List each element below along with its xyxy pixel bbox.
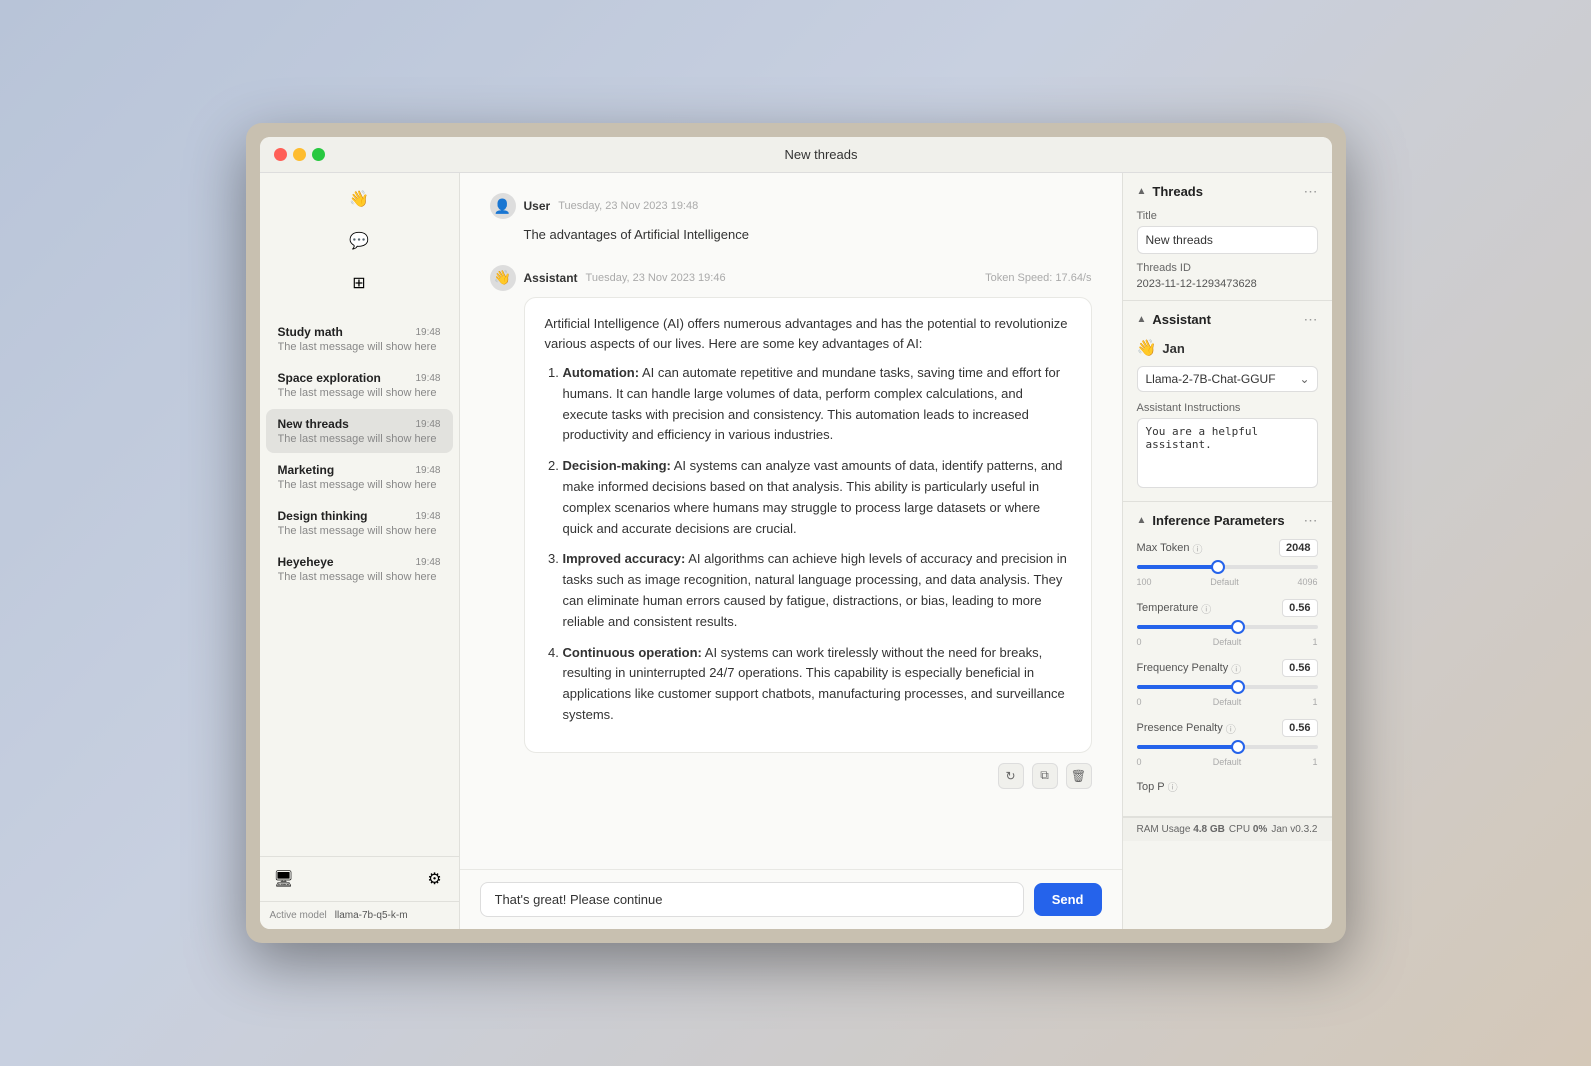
- maximize-button[interactable]: [312, 148, 325, 161]
- message-actions: ↻ ⧉ 🗑: [490, 763, 1092, 789]
- title-bar: New threads: [260, 137, 1332, 173]
- sidebar: 👋 💬 ⊞ Study math 19:48 The last message …: [260, 173, 460, 929]
- threads-title-input[interactable]: [1137, 226, 1318, 254]
- settings-icon[interactable]: ⚙: [421, 865, 449, 893]
- top-p-param: Top P ⓘ: [1137, 779, 1318, 794]
- ai-point-3: Improved accuracy: AI algorithms can ach…: [563, 549, 1071, 632]
- frequency-penalty-param: Frequency Penalty ⓘ 0.56: [1137, 659, 1318, 707]
- threads-panel-section: ▲ Threads ⋯ Title Threads ID 2023-11-12-…: [1123, 173, 1332, 301]
- delete-button[interactable]: 🗑: [1066, 763, 1092, 789]
- chat-area: 👤 User Tuesday, 23 Nov 2023 19:48 The ad…: [460, 173, 1122, 929]
- thread-list: Study math 19:48 The last message will s…: [260, 309, 459, 856]
- window-title: New threads: [325, 147, 1318, 162]
- thread-item-design-thinking[interactable]: Design thinking 19:48 The last message w…: [266, 501, 453, 545]
- monitor-icon[interactable]: 🖥: [270, 865, 298, 893]
- inference-collapse-icon[interactable]: ▲: [1137, 515, 1147, 526]
- chat-icon[interactable]: 💬: [345, 227, 373, 255]
- max-token-info-icon: ⓘ: [1193, 541, 1203, 556]
- grid-icon[interactable]: ⊞: [345, 269, 373, 297]
- send-button[interactable]: Send: [1034, 883, 1102, 916]
- frequency-info-icon: ⓘ: [1231, 661, 1241, 676]
- threads-section-title: Threads: [1152, 184, 1203, 199]
- thread-item-space-exploration[interactable]: Space exploration 19:48 The last message…: [266, 363, 453, 407]
- assistant-row: 👋 Jan: [1137, 338, 1318, 358]
- assistant-collapse-icon[interactable]: ▲: [1137, 314, 1147, 325]
- top-p-info-icon: ⓘ: [1168, 779, 1178, 794]
- panel-footer: RAM Usage 4.8 GB CPU 0% Jan v0.3.2: [1123, 817, 1332, 841]
- model-select-wrapper: Llama-2-7B-Chat-GGUF: [1137, 366, 1318, 392]
- thread-item-marketing[interactable]: Marketing 19:48 The last message will sh…: [266, 455, 453, 499]
- presence-info-icon: ⓘ: [1226, 721, 1236, 736]
- threads-collapse-icon[interactable]: ▲: [1137, 186, 1147, 197]
- temperature-info-icon: ⓘ: [1201, 601, 1211, 616]
- minimize-button[interactable]: [293, 148, 306, 161]
- assistant-avatar: 👋: [490, 265, 516, 291]
- copy-button[interactable]: ⧉: [1032, 763, 1058, 789]
- thread-item-study-math[interactable]: Study math 19:48 The last message will s…: [266, 317, 453, 361]
- temperature-param: Temperature ⓘ 0.56 0: [1137, 599, 1318, 647]
- inference-panel-section: ▲ Inference Parameters ⋯ Max Token ⓘ 2: [1123, 502, 1332, 817]
- threads-menu-icon[interactable]: ⋯: [1304, 183, 1318, 200]
- ai-point-2: Decision-making: AI systems can analyze …: [563, 456, 1071, 539]
- user-avatar: 👤: [490, 193, 516, 219]
- refresh-button[interactable]: ↻: [998, 763, 1024, 789]
- inference-menu-icon[interactable]: ⋯: [1304, 512, 1318, 529]
- ram-usage: RAM Usage 4.8 GB: [1137, 824, 1225, 835]
- traffic-lights: [274, 148, 325, 161]
- main-area: 👋 💬 ⊞ Study math 19:48 The last message …: [260, 173, 1332, 929]
- assistant-instructions-input[interactable]: You are a helpful assistant.: [1137, 418, 1318, 488]
- sidebar-icon-row: 👋 💬 ⊞: [260, 173, 459, 309]
- max-token-param: Max Token ⓘ 2048 100: [1137, 539, 1318, 587]
- chat-messages: 👤 User Tuesday, 23 Nov 2023 19:48 The ad…: [460, 173, 1122, 869]
- thread-item-heyeheye[interactable]: Heyeheye 19:48 The last message will sho…: [266, 547, 453, 591]
- assistant-message: 👋 Assistant Tuesday, 23 Nov 2023 19:46 T…: [490, 265, 1092, 789]
- active-model-bar: Active model llama-7b-q5-k-m: [260, 901, 459, 929]
- assistant-panel-section: ▲ Assistant ⋯ 👋 Jan Llama-2-7B-Chat-GGUF: [1123, 301, 1332, 502]
- assistant-menu-icon[interactable]: ⋯: [1304, 311, 1318, 328]
- thread-item-new-threads[interactable]: New threads 19:48 The last message will …: [266, 409, 453, 453]
- chat-input-area: Send: [460, 869, 1122, 929]
- model-select[interactable]: Llama-2-7B-Chat-GGUF: [1137, 366, 1318, 392]
- inference-section-title: Inference Parameters: [1152, 513, 1284, 528]
- hand-wave-icon[interactable]: 👋: [345, 185, 373, 213]
- version-label: Jan v0.3.2: [1271, 824, 1317, 835]
- assistant-section-title: Assistant: [1152, 312, 1211, 327]
- main-window: New threads 👋 💬 ⊞ Study math 19:48 The: [260, 137, 1332, 929]
- ai-point-4: Continuous operation: AI systems can wor…: [563, 643, 1071, 726]
- cpu-usage: CPU 0%: [1229, 824, 1267, 835]
- user-message: 👤 User Tuesday, 23 Nov 2023 19:48 The ad…: [490, 193, 1092, 245]
- ai-point-1: Automation: AI can automate repetitive a…: [563, 363, 1071, 446]
- assistant-bubble: Artificial Intelligence (AI) offers nume…: [524, 297, 1092, 753]
- window-frame: New threads 👋 💬 ⊞ Study math 19:48 The: [246, 123, 1346, 943]
- right-panel: ▲ Threads ⋯ Title Threads ID 2023-11-12-…: [1122, 173, 1332, 929]
- close-button[interactable]: [274, 148, 287, 161]
- chat-input[interactable]: [480, 882, 1024, 917]
- threads-id-value: 2023-11-12-1293473628: [1137, 278, 1318, 290]
- presence-penalty-param: Presence Penalty ⓘ 0.56 0: [1137, 719, 1318, 767]
